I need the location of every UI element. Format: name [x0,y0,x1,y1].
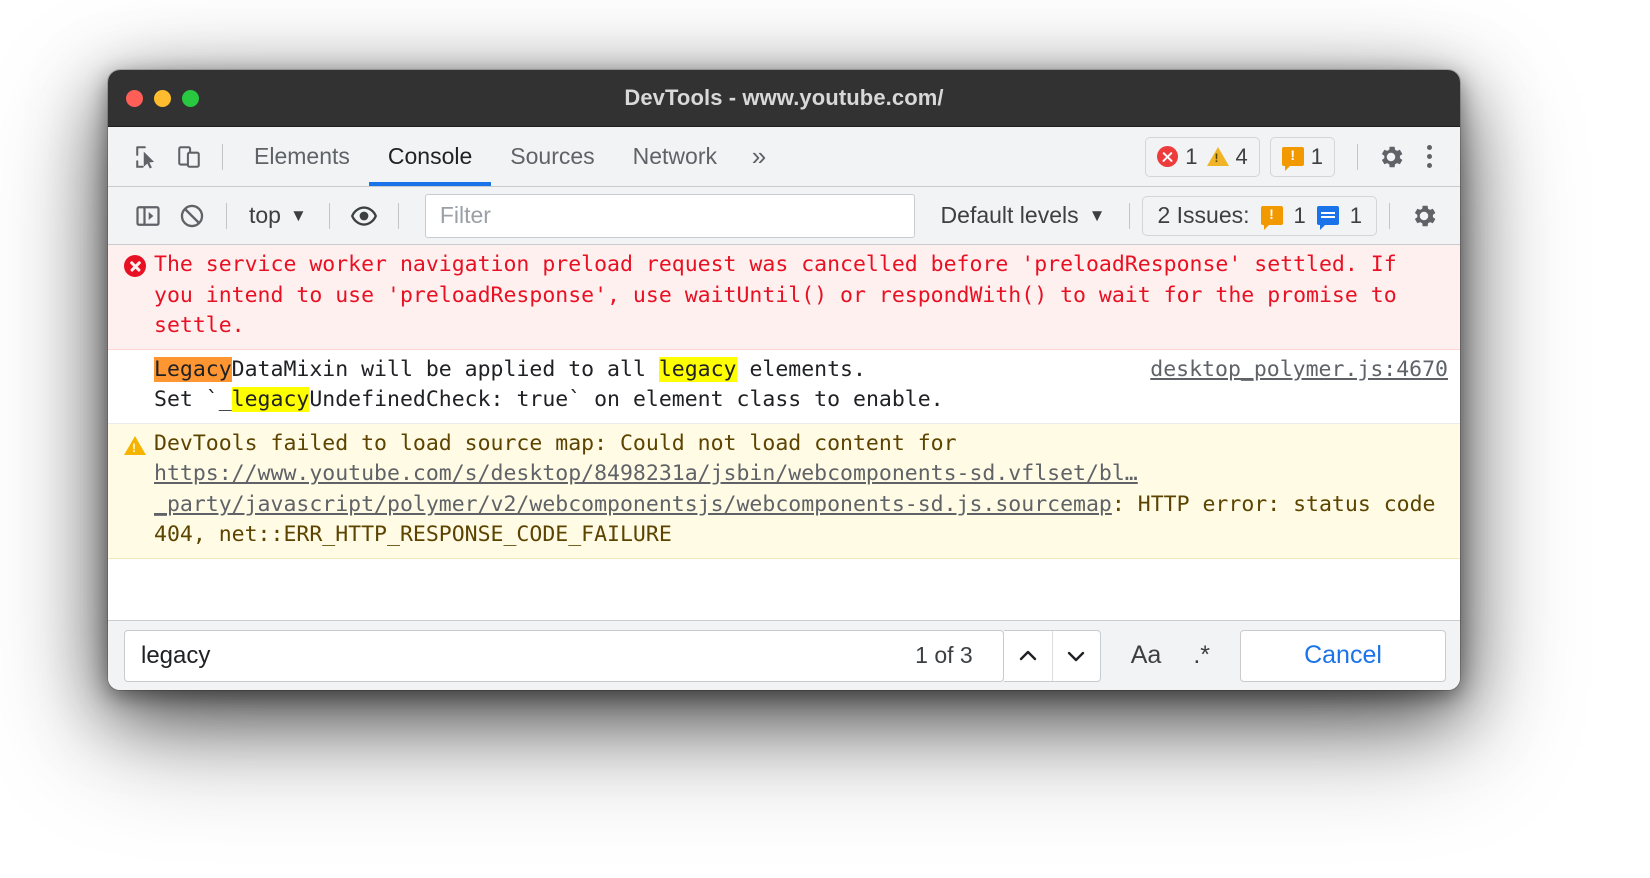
console-message-list[interactable]: The service worker navigation preload re… [108,245,1460,620]
filter-placeholder: Filter [439,202,491,228]
window-title: DevTools - www.youtube.com/ [624,85,944,110]
console-message-log[interactable]: LegacyDataMixin will be applied to all l… [108,349,1460,424]
issues-summary-label: 2 Issues: [1157,202,1250,228]
toolbar-divider [222,143,223,170]
issue-info-bubble-icon [1316,206,1339,230]
search-input-value: legacy [141,641,211,669]
console-toolbar-divider-3 [397,202,399,229]
console-search-bar: legacy 1 of 3 Aa .* Cancel [108,620,1460,690]
error-circle-icon [124,250,154,342]
warning-counter[interactable]: 4 [1206,143,1248,170]
window-titlebar: DevTools - www.youtube.com/ [108,70,1460,127]
tab-network[interactable]: Network [614,127,736,186]
inspect-cursor-icon[interactable] [126,136,168,178]
kebab-menu-icon[interactable] [1412,140,1446,174]
execution-context-label: top [249,202,281,228]
search-match: legacy [231,387,310,413]
search-match-active: Legacy [154,356,232,382]
devtools-main-tabbar: Elements Console Sources Network » 1 ! 4… [108,127,1460,187]
issues-warning-count: 1 [1293,202,1306,228]
log-text-part-1: DataMixin will be applied to all [231,356,659,382]
console-message-log-text: LegacyDataMixin will be applied to all l… [154,355,1132,416]
tab-console-label: Console [387,143,473,169]
error-counter[interactable]: 1 [1157,143,1198,170]
more-tabs-chevron-icon[interactable]: » [736,141,782,172]
chevron-down-icon [1068,651,1085,661]
log-text-part-3: UndefinedCheck: true` on element class t… [309,387,944,413]
warning-text-prefix: DevTools failed to load source map: Coul… [154,430,970,456]
tabbar-divider-right [1357,143,1358,170]
search-match: legacy [658,356,737,382]
warning-count-value: 4 [1235,143,1248,169]
chevron-down-icon: ▼ [1088,205,1106,225]
close-window-button[interactable] [126,89,143,107]
log-levels-selector[interactable]: Default levels ▼ [929,202,1118,229]
issue-count-value: 1 [1310,143,1323,169]
maximize-window-button[interactable] [182,89,199,107]
error-warning-counters[interactable]: 1 4 [1145,136,1260,177]
console-toolbar-divider-5 [1389,202,1390,229]
tab-sources[interactable]: Sources [491,127,613,186]
console-message-warning[interactable]: DevTools failed to load source map: Coul… [108,423,1460,559]
source-location-link[interactable]: desktop_polymer.js:4670 [1132,355,1448,386]
chevron-up-icon [1019,650,1036,660]
source-map-url-link[interactable]: https://www.youtube.com/s/desktop/849823… [154,461,1138,517]
console-message-warning-text: DevTools failed to load source map: Coul… [154,429,1448,551]
device-toolbar-icon[interactable] [168,136,210,178]
live-expression-eye-icon[interactable] [342,196,386,236]
console-toolbar: top ▼ Filter Default levels ▼ 2 Issues: [108,187,1460,245]
panel-tabs: Elements Console Sources Network [235,127,736,186]
console-toolbar-divider-4 [1129,202,1131,229]
console-sidebar-icon[interactable] [126,196,170,236]
error-count-value: 1 [1185,143,1198,169]
tab-console[interactable]: Console [368,127,492,186]
issues-counter[interactable]: 1 [1281,143,1323,171]
log-levels-label: Default levels [940,202,1079,228]
console-message-error[interactable]: The service worker navigation preload re… [108,245,1460,350]
tab-elements-label: Elements [254,143,350,169]
match-case-toggle[interactable]: Aa [1115,632,1178,680]
tab-sources-label: Sources [510,143,595,169]
filter-input[interactable]: Filter [424,193,915,238]
issues-summary-button[interactable]: 2 Issues: 1 1 [1142,195,1377,236]
search-previous-button[interactable] [1004,631,1052,681]
search-next-button[interactable] [1051,630,1100,681]
issue-warning-bubble-icon [1260,205,1283,230]
issue-bubble-icon [1281,146,1304,171]
warning-triangle-icon [1206,147,1229,166]
console-settings-gear-icon[interactable] [1402,196,1446,236]
error-circle-icon [1157,146,1179,167]
issues-info-count: 1 [1349,202,1362,228]
cancel-search-button[interactable]: Cancel [1240,629,1446,682]
console-message-error-text: The service worker navigation preload re… [154,252,1410,339]
issues-counter-group[interactable]: 1 [1269,136,1335,177]
chevron-down-icon: ▼ [289,205,307,225]
clear-console-icon[interactable] [170,196,214,236]
devtools-window: DevTools - www.youtube.com/ Elements Con… [108,70,1460,690]
tab-network-label: Network [632,143,717,169]
search-navigation-buttons [1003,629,1101,682]
search-match-counter: 1 of 3 [915,642,973,668]
log-message-spacer [124,355,154,416]
minimize-window-button[interactable] [154,89,171,107]
gear-icon[interactable] [1370,136,1412,178]
screenshot-root: DevTools - www.youtube.com/ Elements Con… [0,0,1650,878]
warning-triangle-icon [124,429,154,551]
execution-context-selector[interactable]: top ▼ [239,202,317,229]
console-toolbar-divider-2 [328,202,330,229]
console-toolbar-divider-1 [226,202,227,229]
regex-toggle[interactable]: .* [1177,632,1226,680]
search-input[interactable]: legacy 1 of 3 [124,629,1004,682]
tab-elements[interactable]: Elements [235,127,369,186]
traffic-light-buttons [126,89,199,107]
